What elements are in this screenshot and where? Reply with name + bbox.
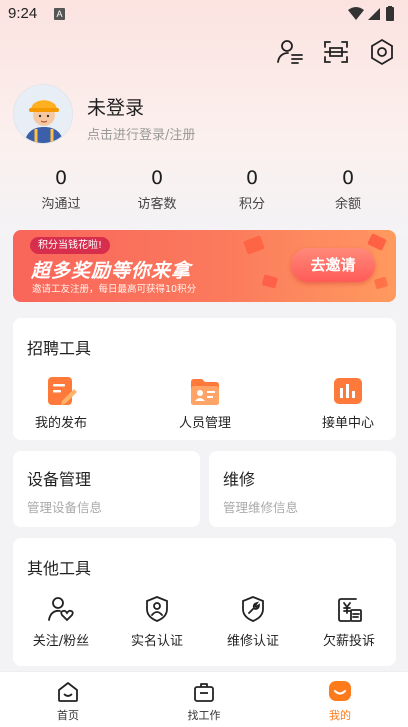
- tool-follow-fans[interactable]: 关注/粉丝: [23, 594, 99, 649]
- folder-person-icon: [170, 374, 240, 412]
- tab-find-job[interactable]: 找工作: [136, 672, 272, 727]
- shield-wrench-icon: [215, 594, 291, 630]
- notification-icon: A: [54, 8, 65, 20]
- profile-tab-icon: [329, 681, 351, 701]
- section-title: 其他工具: [27, 559, 92, 578]
- home-icon: [58, 682, 78, 702]
- profile-name: 未登录: [87, 97, 145, 119]
- user-switch-icon[interactable]: [276, 38, 304, 66]
- tab-label: 我的: [329, 709, 351, 722]
- stat-visitors[interactable]: 0 访客数: [106, 166, 208, 212]
- recruit-tools-card: 招聘工具 我的发布 人员管理 接单中心: [13, 318, 396, 440]
- tool-real-name-auth[interactable]: 实名认证: [119, 594, 195, 649]
- tab-home[interactable]: 首页: [0, 672, 136, 727]
- tool-label: 接单中心: [321, 416, 374, 431]
- system-status-icons: [348, 6, 394, 21]
- settings-icon[interactable]: [368, 38, 396, 66]
- bottom-tab-bar: 首页 找工作 我的: [0, 671, 408, 727]
- banner-tag: 积分当钱花啦!: [30, 237, 111, 254]
- header-actions: [276, 38, 396, 68]
- tab-label: 找工作: [187, 709, 221, 722]
- scan-icon[interactable]: [322, 38, 350, 66]
- avatar: [13, 84, 73, 144]
- tool-my-posts[interactable]: 我的发布: [31, 374, 91, 431]
- repair-card[interactable]: 维修 管理维修信息: [209, 451, 396, 527]
- stat-value: 0: [341, 167, 355, 189]
- briefcase-icon: [194, 683, 214, 702]
- stat-label: 访客数: [137, 197, 177, 212]
- stat-balance[interactable]: 0 余额: [297, 166, 399, 212]
- tool-wage-complaint[interactable]: 欠薪投诉: [311, 594, 387, 649]
- tab-label: 首页: [57, 709, 79, 722]
- tool-label: 欠薪投诉: [322, 634, 375, 649]
- stat-value: 0: [245, 167, 259, 189]
- section-title: 招聘工具: [27, 339, 92, 358]
- stat-value: 0: [150, 167, 164, 189]
- banner-title: 超多奖励等你来拿: [31, 260, 192, 282]
- invite-banner[interactable]: 积分当钱花啦! 超多奖励等你来拿 邀请工友注册，每日最高可获得10积分 去邀请: [13, 230, 396, 302]
- status-time: 9:24: [8, 5, 38, 22]
- invite-button[interactable]: 去邀请: [291, 248, 375, 282]
- user-heart-icon: [23, 594, 99, 630]
- bar-chart-icon: [313, 374, 383, 412]
- tool-repair-auth[interactable]: 维修认证: [215, 594, 291, 649]
- banner-subtitle: 邀请工友注册，每日最高可获得10积分: [32, 284, 197, 295]
- repair-title: 维修: [223, 470, 256, 489]
- tab-mine[interactable]: 我的: [272, 672, 408, 727]
- tool-label: 我的发布: [34, 416, 87, 431]
- tool-label: 实名认证: [130, 634, 183, 649]
- repair-subtitle: 管理维修信息: [223, 500, 299, 515]
- yen-complaint-icon: [311, 594, 387, 630]
- edit-doc-icon: [31, 374, 91, 412]
- login-prompt: 点击进行登录/注册: [87, 128, 196, 143]
- stat-contacted[interactable]: 0 沟通过: [10, 166, 112, 212]
- tool-label: 维修认证: [226, 634, 279, 649]
- tool-order-center[interactable]: 接单中心: [313, 374, 383, 431]
- tool-staff-management[interactable]: 人员管理: [170, 374, 240, 431]
- stat-label: 沟通过: [41, 197, 81, 212]
- stat-value: 0: [54, 167, 68, 189]
- stats-row: 0 沟通过 0 访客数 0 积分 0 余额: [0, 166, 408, 214]
- stat-label: 余额: [334, 197, 361, 212]
- status-bar: 9:24 A: [0, 0, 408, 30]
- tool-label: 人员管理: [178, 416, 231, 431]
- other-tools-card: 其他工具 关注/粉丝 实名认证 维修认证 欠薪投诉: [13, 538, 396, 666]
- stat-label: 积分: [238, 197, 265, 212]
- device-title: 设备管理: [27, 470, 92, 489]
- device-management-card[interactable]: 设备管理 管理设备信息: [13, 451, 200, 527]
- stat-points[interactable]: 0 积分: [201, 166, 303, 212]
- shield-check-icon: [119, 594, 195, 630]
- profile-header[interactable]: 未登录 点击进行登录/注册: [13, 84, 393, 146]
- tool-label: 关注/粉丝: [32, 634, 90, 649]
- device-subtitle: 管理设备信息: [27, 500, 103, 515]
